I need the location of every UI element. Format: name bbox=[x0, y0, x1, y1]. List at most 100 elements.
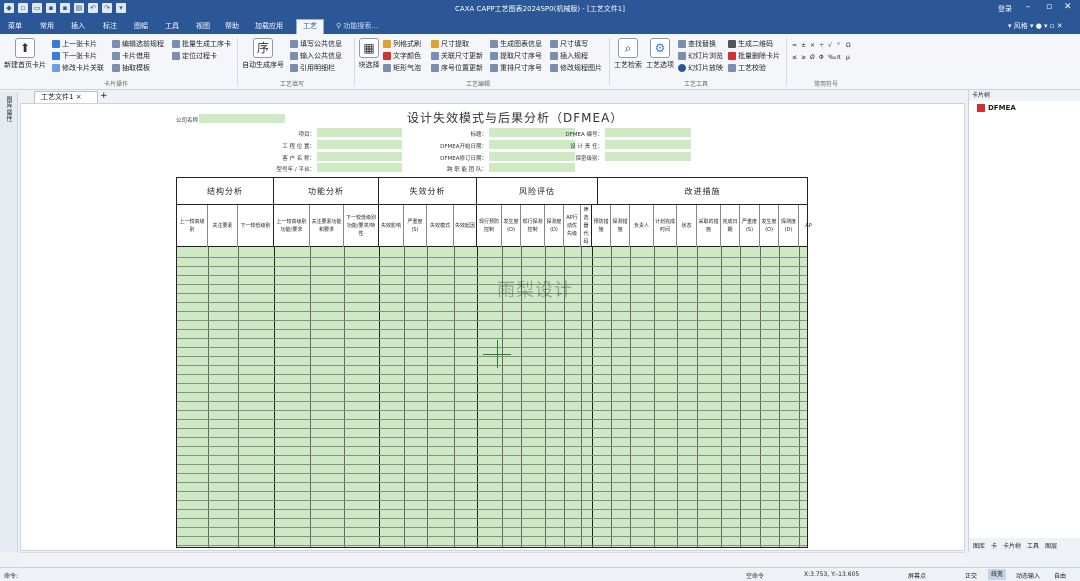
input-public-button[interactable]: 输入公共信息 bbox=[290, 51, 342, 61]
process-check-button[interactable]: 工艺校验 bbox=[728, 63, 766, 73]
symbol-button[interactable]: ≥ bbox=[801, 54, 806, 61]
column-header: 关注要素功能和要求 bbox=[310, 205, 344, 247]
next-card-button[interactable]: 下一张卡片 bbox=[52, 51, 97, 61]
design-resp-field[interactable] bbox=[605, 140, 691, 149]
panel-tab-library[interactable]: 图库 bbox=[973, 541, 985, 550]
symbol-button[interactable]: μ bbox=[846, 54, 850, 61]
company-field[interactable] bbox=[199, 114, 285, 123]
menu-main[interactable]: 菜单 bbox=[8, 21, 22, 31]
new-card-button[interactable]: ⬆ 新建首页卡片 bbox=[4, 38, 46, 70]
style-menu[interactable]: ▾ 风格 ▾ ● ▾ ▫ ✕ bbox=[1008, 21, 1063, 31]
batch-gen-button[interactable]: 批量生成工序卡 bbox=[172, 39, 231, 49]
modify-card-link-button[interactable]: 修改卡片关联 bbox=[52, 63, 104, 73]
status-linewidth[interactable]: 线宽 bbox=[988, 569, 1007, 580]
insert-proc-button[interactable]: 插入规程 bbox=[550, 51, 588, 61]
login-button[interactable]: 登录 bbox=[998, 4, 1012, 14]
reorder-seq-button[interactable]: 重排尺寸序号 bbox=[490, 63, 542, 73]
borrow-card-button[interactable]: 卡片借用 bbox=[112, 51, 150, 61]
drawing-canvas[interactable]: 设计失效模式与后果分析（DFMEA） 公司名称 项目： 工 程 位 置： 客 户… bbox=[20, 103, 965, 551]
auto-seq-button[interactable]: 序 自动生成序号 bbox=[240, 38, 286, 70]
tree-node-dfmea[interactable]: DFMEA bbox=[977, 104, 1080, 112]
fill-public-button[interactable]: 填写公共信息 bbox=[290, 39, 342, 49]
symbol-button[interactable]: π bbox=[837, 54, 841, 61]
document-tab[interactable]: 工艺文件1 × bbox=[34, 91, 98, 103]
ref-bom-button[interactable]: 引用明细栏 bbox=[290, 63, 335, 73]
project-field[interactable] bbox=[317, 128, 402, 137]
batch-delete-button[interactable]: 批量删除卡片 bbox=[728, 51, 780, 61]
menu-help[interactable]: 帮助 bbox=[225, 21, 239, 31]
process-options-button[interactable]: ⚙ 工艺选项 bbox=[644, 38, 676, 70]
menu-common[interactable]: 常用 bbox=[40, 21, 54, 31]
dim-extract-button[interactable]: 尺寸提取 bbox=[431, 39, 469, 49]
symbol-button[interactable]: √ bbox=[828, 42, 832, 49]
slide-show-button[interactable]: 幻灯片放映 bbox=[678, 63, 723, 73]
symbol-button[interactable]: Φ bbox=[819, 54, 824, 61]
panel-tab-layers[interactable]: 图层 bbox=[1045, 541, 1057, 550]
locate-card-button[interactable]: 定位过程卡 bbox=[172, 51, 217, 61]
edit-procedure-button[interactable]: 编辑选前规程 bbox=[112, 39, 164, 49]
status-screen-point[interactable]: 屏幕点 bbox=[908, 571, 926, 580]
add-tab-icon[interactable]: + bbox=[100, 91, 108, 101]
block-select-button[interactable]: ▦ 块选择 bbox=[356, 38, 382, 70]
modify-img-button[interactable]: 修改规程图片 bbox=[550, 63, 602, 73]
panel-tab-tools[interactable]: 工具 bbox=[1027, 541, 1039, 550]
minimize-icon[interactable]: – bbox=[1026, 2, 1031, 12]
location-field[interactable] bbox=[317, 140, 402, 149]
close-icon[interactable]: ✕ bbox=[1064, 2, 1072, 12]
menu-annotate[interactable]: 标注 bbox=[103, 21, 117, 31]
dim-update-button[interactable]: 关联尺寸更新 bbox=[431, 51, 483, 61]
command-prompt[interactable]: 命令: bbox=[4, 571, 18, 580]
team-field[interactable] bbox=[489, 163, 575, 172]
group-symbols: 常用符号 bbox=[814, 81, 839, 88]
text-color-button[interactable]: 文字颜色 bbox=[383, 51, 421, 61]
table-body[interactable] bbox=[177, 247, 807, 547]
section-function: 功能分析 bbox=[274, 178, 379, 205]
symbol-button[interactable]: ± bbox=[801, 42, 806, 49]
column-header: 探测度(D) bbox=[779, 205, 799, 247]
gen-qr-button[interactable]: 生成二维码 bbox=[728, 39, 773, 49]
menu-process[interactable]: 工艺 bbox=[296, 19, 324, 34]
status-ortho[interactable]: 正交 bbox=[965, 571, 977, 580]
menu-view[interactable]: 视图 bbox=[196, 21, 210, 31]
slide-browse-button[interactable]: 幻灯片浏览 bbox=[678, 51, 723, 61]
batch-icon bbox=[172, 40, 180, 48]
seq-pos-button[interactable]: 序号位置更新 bbox=[431, 63, 483, 73]
symbol-button[interactable]: ° bbox=[837, 42, 840, 49]
symbol-button[interactable]: ‰ bbox=[828, 54, 836, 61]
symbol-button[interactable]: ≈ bbox=[792, 42, 797, 49]
menu-plugins[interactable]: 加载应用 bbox=[255, 21, 283, 31]
process-search-button[interactable]: ⌕ 工艺检索 bbox=[612, 38, 644, 70]
maximize-icon[interactable]: ▫ bbox=[1046, 2, 1052, 12]
dfmea-no-field[interactable] bbox=[605, 128, 691, 137]
menu-insert[interactable]: 插入 bbox=[71, 21, 85, 31]
dim-fill-button[interactable]: 尺寸填写 bbox=[550, 39, 588, 49]
status-free[interactable]: 自由 bbox=[1054, 571, 1066, 580]
extract-seq-button[interactable]: 提取尺寸序号 bbox=[490, 51, 542, 61]
horizontal-scrollbar[interactable] bbox=[20, 552, 965, 566]
status-dynamic-input[interactable]: 动态输入 bbox=[1016, 571, 1040, 580]
model-field[interactable] bbox=[317, 163, 402, 172]
symbol-button[interactable]: Ω bbox=[846, 42, 851, 49]
extract-template-button[interactable]: 抽取模板 bbox=[112, 63, 150, 73]
left-side-tab[interactable]: 图库 属性 bbox=[0, 92, 18, 552]
symbol-button[interactable]: ÷ bbox=[819, 42, 824, 49]
rect-bubble-button[interactable]: 矩形气泡 bbox=[383, 63, 421, 73]
find-replace-button[interactable]: 查找替换 bbox=[678, 39, 716, 49]
menu-frame[interactable]: 图幅 bbox=[134, 21, 148, 31]
symbol-button[interactable]: × bbox=[810, 42, 815, 49]
process-options-label: 工艺选项 bbox=[646, 61, 674, 69]
menu-tools[interactable]: 工具 bbox=[165, 21, 179, 31]
customer-field[interactable] bbox=[317, 152, 402, 161]
symbol-button[interactable]: Ø bbox=[810, 54, 815, 61]
panel-tab-card[interactable]: 卡 bbox=[991, 541, 997, 550]
symbol-button[interactable]: ≤ bbox=[792, 54, 797, 61]
confidential-field[interactable] bbox=[605, 152, 691, 161]
format-brush-button[interactable]: 列格式刷 bbox=[383, 39, 421, 49]
header-label: 跨 职 能 团 队： bbox=[447, 167, 487, 173]
search-input[interactable]: ⚲ 功能搜索... bbox=[336, 21, 378, 31]
panel-tab-tree[interactable]: 卡片树 bbox=[1003, 541, 1021, 550]
prev-card-button[interactable]: 上一张卡片 bbox=[52, 39, 97, 49]
header-label: 客 户 名 称： bbox=[282, 156, 315, 162]
gen-info-button[interactable]: 生成图表信息 bbox=[490, 39, 542, 49]
header-label: 型号年 / 平台： bbox=[276, 167, 315, 173]
